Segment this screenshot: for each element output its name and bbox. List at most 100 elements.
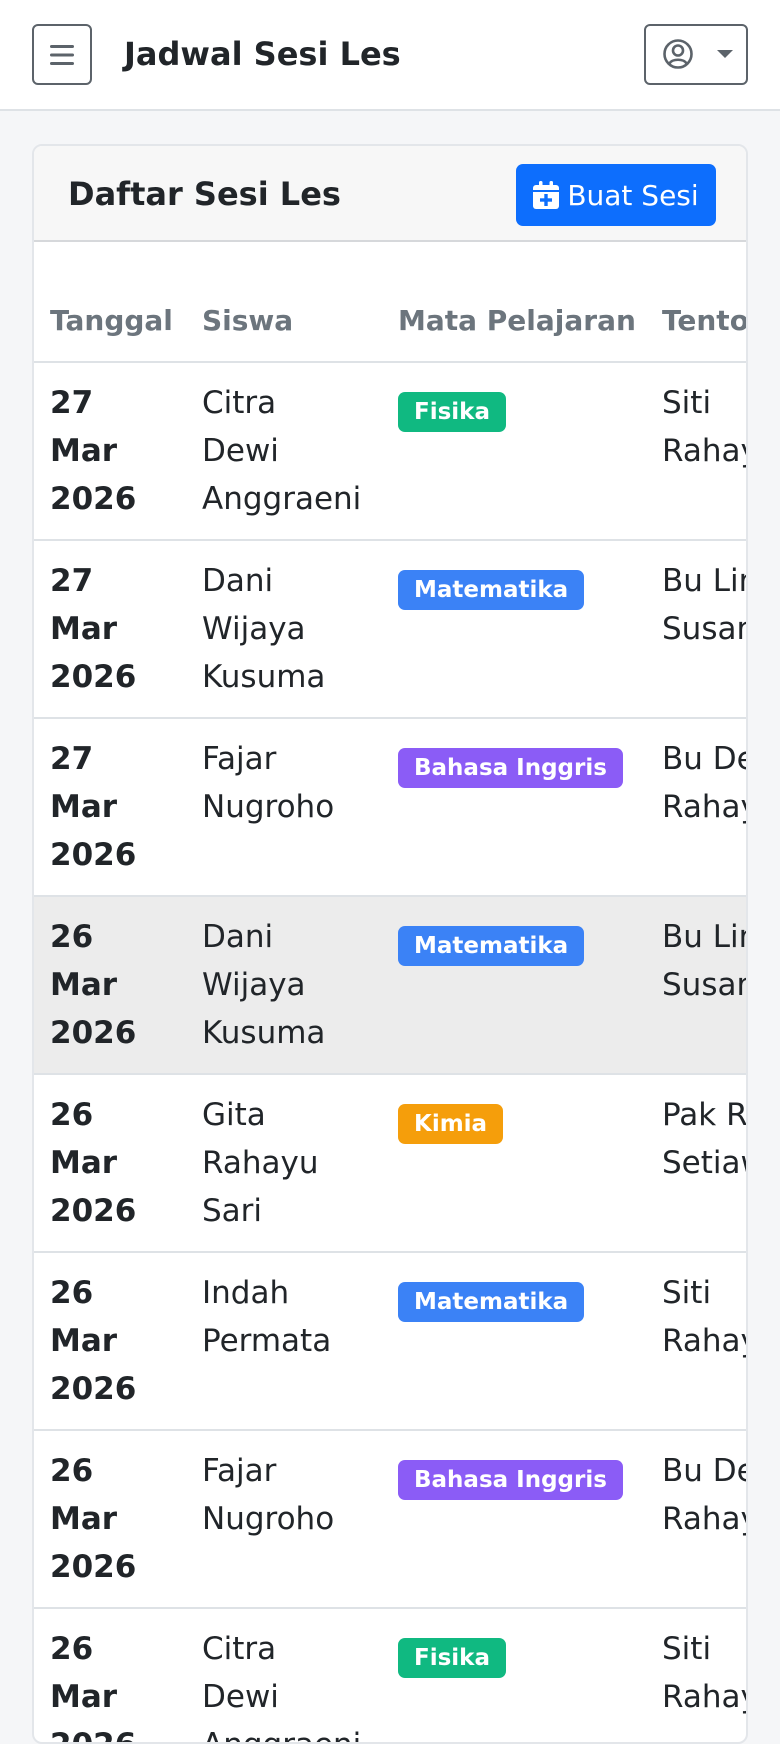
subject-badge: Fisika [398, 1638, 506, 1678]
student-name-part: Dani [202, 563, 274, 599]
session-date-part: 2026 [50, 1371, 137, 1407]
user-menu-dropdown[interactable] [644, 24, 748, 85]
session-date-part: 2026 [50, 1721, 170, 1742]
student-name-cell: Indah Permata [186, 1252, 382, 1431]
student-name-cell: Citra Dewi Anggraeni [186, 1608, 382, 1742]
student-name-cell: Fajar Nugroho [186, 718, 382, 897]
tutor-name-part: Susanti [662, 967, 746, 1003]
tutor-name-part: Rahayu [662, 789, 746, 825]
tutor-name-part: Siti [662, 385, 712, 421]
table-row[interactable]: 26 Mar 2026 Indah Permata Matematika Siti Rahay… [34, 1252, 746, 1431]
session-date-part: 2026 [50, 1015, 137, 1051]
user-circle-icon [663, 39, 693, 69]
student-name-part: Dewi [202, 433, 279, 469]
tutor-name-part: Rahayu [662, 1501, 746, 1537]
session-date-part: 27 [50, 563, 94, 599]
tutor-name-part: Bu Linda [662, 919, 746, 955]
column-header-student[interactable]: Siswa [186, 242, 382, 363]
chevron-down-icon [717, 50, 733, 58]
subject-badge: Kimia [398, 1104, 504, 1144]
subject-badge: Bahasa Inggris [398, 748, 623, 788]
session-table-container[interactable]: Tanggal Siswa Mata Pelajaran Tentor 27 Ma… [34, 242, 746, 1742]
subject-cell: Kimia [382, 1074, 646, 1253]
subject-cell: Fisika [382, 1608, 646, 1742]
student-name-part: Kusuma [202, 659, 326, 695]
session-date-part: Mar [50, 611, 118, 647]
card-header: Daftar Sesi Les Buat Sesi [34, 146, 746, 242]
column-header-subject[interactable]: Mata Pelajaran [382, 242, 646, 363]
menu-toggle-button[interactable] [32, 24, 92, 85]
tutor-name-cell: Pak Rudi Setiawan [646, 1074, 746, 1253]
session-date-part: Mar [50, 967, 118, 1003]
subject-badge: Fisika [398, 392, 506, 432]
table-row[interactable]: 27 Mar 2026 Citra Dewi Anggraeni Fisika Siti Rah… [34, 362, 746, 541]
table-row[interactable]: 26 Mar 2026 Fajar Nugroho Bahasa Inggris Bu De… [34, 1430, 746, 1609]
top-navbar: Jadwal Sesi Les [0, 0, 780, 111]
session-date-part: 2026 [50, 481, 137, 517]
session-date-part: Mar [50, 1501, 118, 1537]
student-name-cell: Gita Rahayu Sari [186, 1074, 382, 1253]
session-date-part: Mar [50, 1145, 118, 1181]
create-session-button[interactable]: Buat Sesi [516, 164, 716, 226]
session-date-part: 27 [50, 741, 94, 777]
session-date-part: Mar [50, 433, 118, 469]
table-row[interactable]: 26 Mar 2026 Gita Rahayu Sari Kimia Pak Rudi Seti… [34, 1074, 746, 1253]
subject-cell: Bahasa Inggris [382, 1430, 646, 1609]
session-date-cell: 27 Mar 2026 [34, 540, 186, 719]
session-date-part: 27 [50, 385, 94, 421]
hamburger-icon [50, 44, 74, 65]
session-date-part: 26 [50, 1453, 94, 1489]
session-date-part: 26 [50, 1097, 94, 1133]
session-list-card: Daftar Sesi Les Buat Sesi Tanggal Siswa … [32, 144, 748, 1744]
tutor-name-part: Siti [662, 1631, 712, 1667]
session-date-cell: 27 Mar 2026 [34, 718, 186, 897]
session-date-part: Mar [50, 789, 118, 825]
session-date-part: 26 [50, 919, 94, 955]
subject-cell: Matematika [382, 540, 646, 719]
tutor-name-part: Rahayu [662, 1679, 746, 1715]
session-date-part: 2026 [50, 837, 137, 873]
table-row[interactable]: 27 Mar 2026 Dani Wijaya Kusuma Matematika Bu Li… [34, 540, 746, 719]
student-name-part: Indah [202, 1275, 290, 1311]
column-header-date[interactable]: Tanggal [34, 242, 186, 363]
student-name-part: Citra [202, 1631, 277, 1667]
student-name-part: Rahayu [202, 1145, 319, 1181]
subject-badge: Matematika [398, 926, 585, 966]
tutor-name-cell: Siti Rahayu [646, 1608, 746, 1742]
subject-cell: Matematika [382, 1252, 646, 1431]
column-header-tutor[interactable]: Tentor [646, 242, 746, 363]
student-name-cell: Fajar Nugroho [186, 1430, 382, 1609]
tutor-name-part: Rahayu [662, 433, 746, 469]
student-name-part: Fajar [202, 1453, 277, 1489]
tutor-name-part: Bu Dewi [662, 1453, 746, 1489]
student-name-part: Sari [202, 1193, 263, 1229]
tutor-name-part: Bu Dewi [662, 741, 746, 777]
tutor-name-cell: Bu Dewi Rahayu [646, 718, 746, 897]
calendar-plus-icon [533, 181, 560, 209]
table-header-row: Tanggal Siswa Mata Pelajaran Tentor [34, 242, 746, 363]
page-title: Jadwal Sesi Les [124, 35, 401, 73]
student-name-part: Fajar [202, 741, 277, 777]
subject-cell: Bahasa Inggris [382, 718, 646, 897]
student-name-part: Dewi [202, 1679, 279, 1715]
session-date-part: 2026 [50, 659, 137, 695]
table-row[interactable]: 27 Mar 2026 Fajar Nugroho Bahasa Inggris Bu De… [34, 718, 746, 897]
table-row[interactable]: 26 Mar 2026 Citra Dewi Anggraeni Fisika Siti Rah… [34, 1608, 746, 1742]
student-name-part: Anggraeni [202, 481, 362, 517]
student-name-part: Gita [202, 1097, 266, 1133]
session-date-cell: 26 Mar 2026 [34, 896, 186, 1075]
student-name-cell: Dani Wijaya Kusuma [186, 896, 382, 1075]
session-date-cell: 26 Mar 2026 [34, 1252, 186, 1431]
student-name-part: Anggraeni [202, 1721, 366, 1742]
session-date-cell: 26 Mar 2026 [34, 1074, 186, 1253]
card-title: Daftar Sesi Les [68, 175, 341, 213]
table-row[interactable]: 26 Mar 2026 Dani Wijaya Kusuma Matematika Bu Li… [34, 896, 746, 1075]
session-date-part: Mar [50, 1679, 118, 1715]
subject-cell: Matematika [382, 896, 646, 1075]
tutor-name-part: Pak Rudi [662, 1097, 746, 1133]
tutor-name-cell: Bu Linda Susanti [646, 540, 746, 719]
student-name-part: Kusuma [202, 1015, 326, 1051]
session-date-part: 26 [50, 1631, 94, 1667]
tutor-name-part: Rahayu [662, 1323, 746, 1359]
session-date-cell: 26 Mar 2026 [34, 1608, 186, 1742]
